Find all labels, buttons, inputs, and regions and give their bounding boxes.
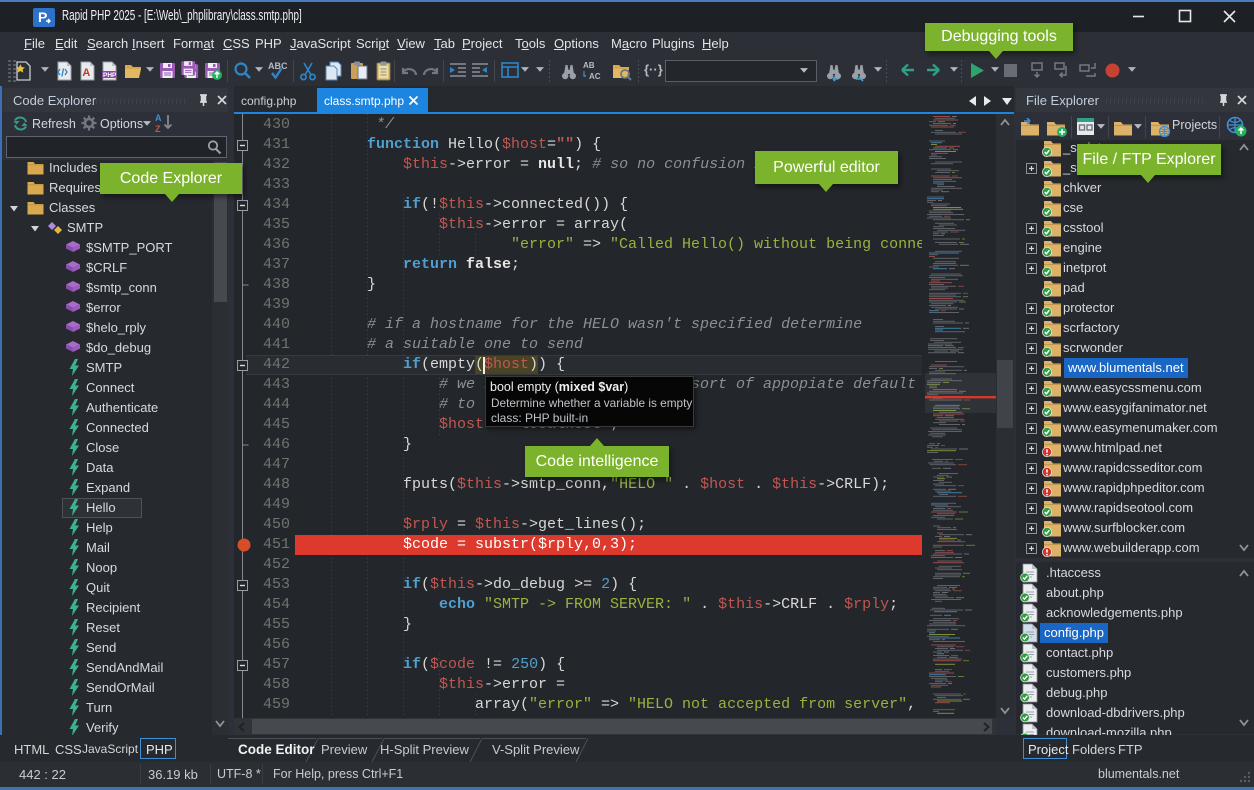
svg-text:ABC: ABC (268, 61, 288, 71)
svg-text:Z: Z (155, 124, 161, 134)
svg-text:A: A (82, 67, 90, 79)
svg-text:PHP: PHP (103, 72, 117, 79)
svg-text:A: A (155, 113, 162, 123)
svg-text:AB: AB (583, 61, 595, 70)
svg-text:AC: AC (589, 72, 601, 81)
svg-text:P: P (38, 9, 47, 25)
